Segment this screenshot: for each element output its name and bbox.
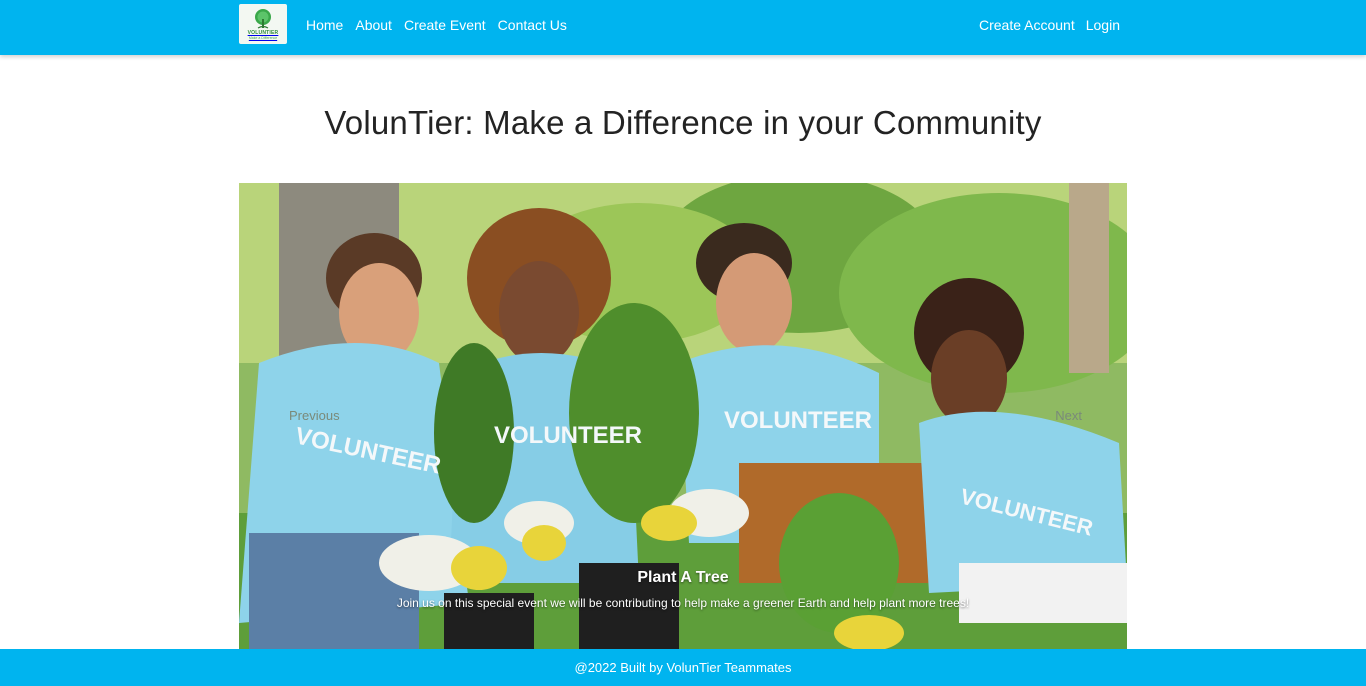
nav-link-create-event[interactable]: Create Event	[404, 17, 486, 33]
slide-caption-title: Plant A Tree	[637, 569, 729, 586]
nav-link-home[interactable]: Home	[306, 17, 343, 33]
shirt-print-2: VOLUNTEER	[494, 422, 642, 449]
create-account-link[interactable]: Create Account	[979, 17, 1075, 33]
carousel-next-button[interactable]: Next	[1055, 408, 1082, 423]
tree-logo-icon	[255, 9, 271, 29]
footer-credit: @2022 Built by VolunTier Teammates	[574, 660, 792, 675]
logo-tagline: Make a Difference	[248, 36, 278, 40]
site-footer: @2022 Built by VolunTier Teammates	[0, 649, 1366, 686]
event-carousel: VOLUNTEER VOLUNTEER VOLUNTEER VOLUNTEER …	[239, 183, 1127, 649]
slide-caption-text: Join us on this special event we will be…	[396, 596, 970, 610]
page-title: VolunTier: Make a Difference in your Com…	[324, 104, 1042, 141]
carousel-previous-button[interactable]: Previous	[289, 408, 340, 423]
nav-link-contact-us[interactable]: Contact Us	[498, 17, 567, 33]
shirt-print-3: VOLUNTEER	[724, 407, 872, 434]
top-navbar: VOLUNTIER Make a Difference Home About C…	[0, 0, 1366, 55]
login-link[interactable]: Login	[1086, 17, 1120, 33]
primary-nav: Home About Create Event Contact Us	[306, 0, 579, 50]
brand-logo[interactable]: VOLUNTIER Make a Difference	[239, 4, 287, 44]
account-nav: Create Account Login	[968, 0, 1120, 50]
nav-link-about[interactable]: About	[355, 17, 392, 33]
